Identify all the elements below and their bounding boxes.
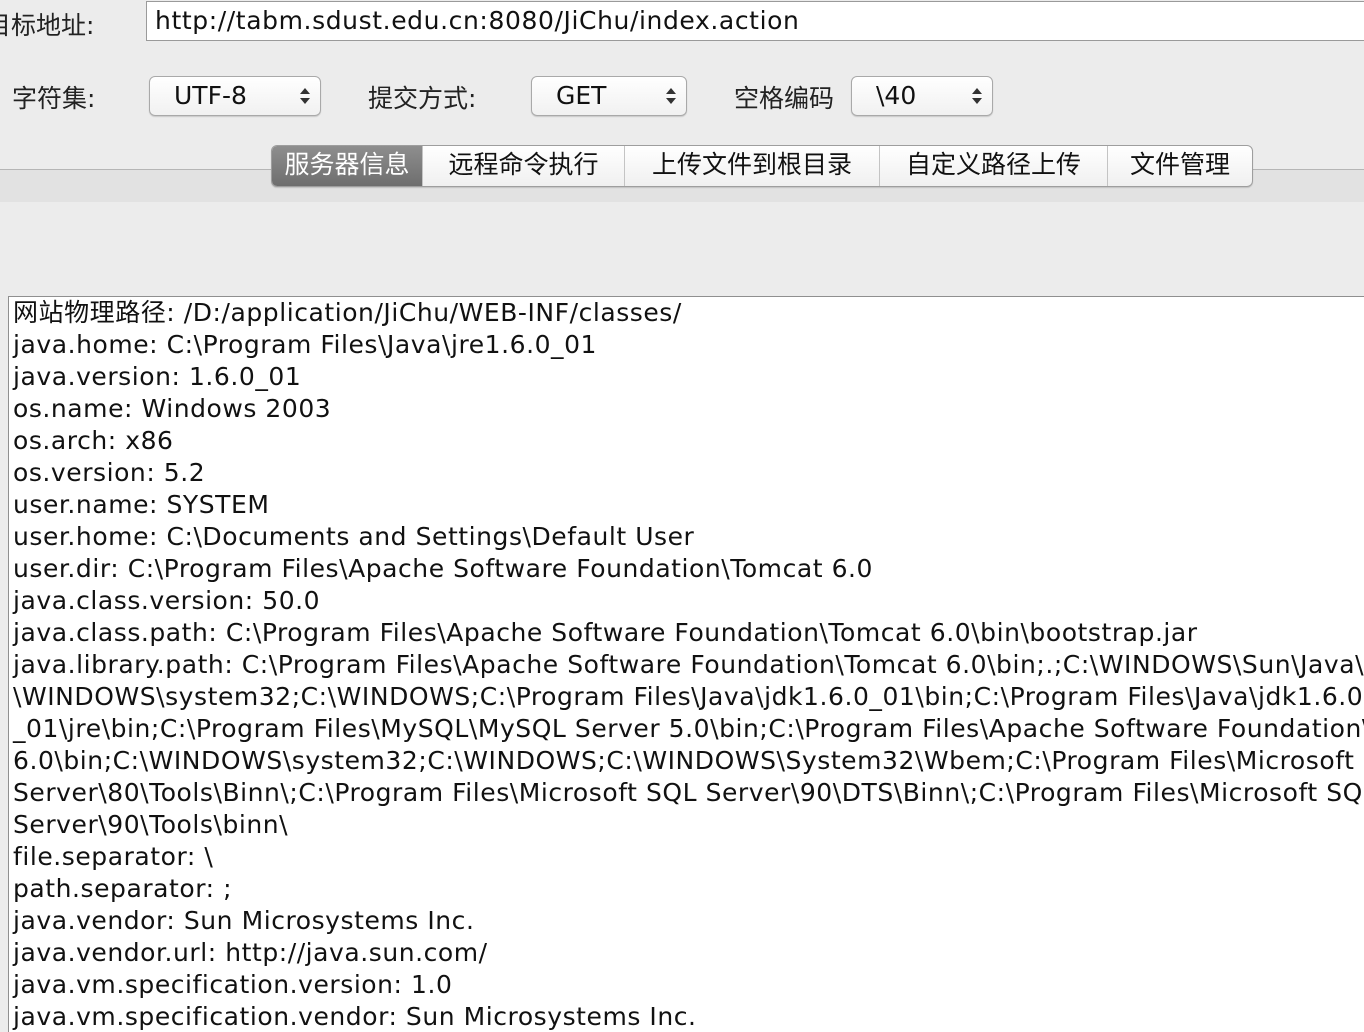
- method-select-value: GET: [556, 81, 607, 110]
- output-line: java.library.path: C:\Program Files\Apac…: [13, 650, 1364, 679]
- space-encoding-select[interactable]: \40: [851, 76, 993, 116]
- target-url-input[interactable]: http://tabm.sdust.edu.cn:8080/JiChu/inde…: [146, 1, 1364, 41]
- output-line: java.vendor.url: http://java.sun.com/: [13, 938, 488, 967]
- space-encoding-select-value: \40: [876, 81, 917, 110]
- output-line: user.home: C:\Documents and Settings\Def…: [13, 522, 695, 551]
- tab-upload-root[interactable]: 上传文件到根目录: [624, 146, 879, 186]
- space-encoding-label: 空格编码: [734, 84, 835, 113]
- charset-select[interactable]: UTF-8: [149, 76, 321, 116]
- select-arrows-icon: [666, 86, 676, 106]
- output-line: java.class.path: C:\Program Files\Apache…: [13, 618, 1198, 647]
- app-window: 目标地址: http://tabm.sdust.edu.cn:8080/JiCh…: [0, 0, 1364, 1032]
- output-line: os.version: 5.2: [13, 458, 206, 487]
- output-line: java.version: 1.6.0_01: [13, 362, 302, 391]
- output-line: java.vm.specification.version: 1.0: [13, 970, 453, 999]
- tab-file-manager[interactable]: 文件管理: [1107, 146, 1252, 186]
- charset-select-value: UTF-8: [174, 81, 247, 110]
- output-line: java.class.version: 50.0: [13, 586, 321, 615]
- output-line: os.name: Windows 2003: [13, 394, 332, 423]
- output-line: 网站物理路径: /D:/application/JiChu/WEB-INF/cl…: [13, 298, 682, 327]
- output-line: _01\jre\bin;C:\Program Files\MySQL\MySQL…: [13, 714, 1364, 743]
- output-line: Server\90\Tools\binn\: [13, 810, 289, 839]
- output-line: \WINDOWS\system32;C:\WINDOWS;C:\Program …: [13, 682, 1364, 711]
- method-select[interactable]: GET: [531, 76, 687, 116]
- select-arrows-icon: [972, 86, 982, 106]
- output-line: 6.0\bin;C:\WINDOWS\system32;C:\WINDOWS;C…: [13, 746, 1364, 775]
- output-line: java.vm.specification.vendor: Sun Micros…: [13, 1002, 697, 1031]
- output-line: file.separator: \: [13, 842, 214, 871]
- output-line: java.vendor: Sun Microsystems Inc.: [13, 906, 475, 935]
- output-line: path.separator: ;: [13, 874, 233, 903]
- tab-custom-path-upload[interactable]: 自定义路径上传: [879, 146, 1107, 186]
- output-line: user.name: SYSTEM: [13, 490, 270, 519]
- output-line: os.arch: x86: [13, 426, 174, 455]
- output-line: user.dir: C:\Program Files\Apache Softwa…: [13, 554, 873, 583]
- output-line: Server\80\Tools\Binn\;C:\Program Files\M…: [13, 778, 1363, 807]
- output-line: java.home: C:\Program Files\Java\jre1.6.…: [13, 330, 597, 359]
- tab-bar: 服务器信息 远程命令执行 上传文件到根目录 自定义路径上传 文件管理: [271, 145, 1253, 187]
- charset-label: 字符集:: [12, 84, 96, 113]
- server-info-output[interactable]: 网站物理路径: /D:/application/JiChu/WEB-INF/cl…: [8, 296, 1364, 1032]
- target-url-label: 目标地址:: [0, 11, 95, 40]
- tab-remote-command[interactable]: 远程命令执行: [422, 146, 624, 186]
- select-arrows-icon: [300, 86, 310, 106]
- method-label: 提交方式:: [368, 84, 477, 113]
- tab-server-info[interactable]: 服务器信息: [272, 146, 422, 186]
